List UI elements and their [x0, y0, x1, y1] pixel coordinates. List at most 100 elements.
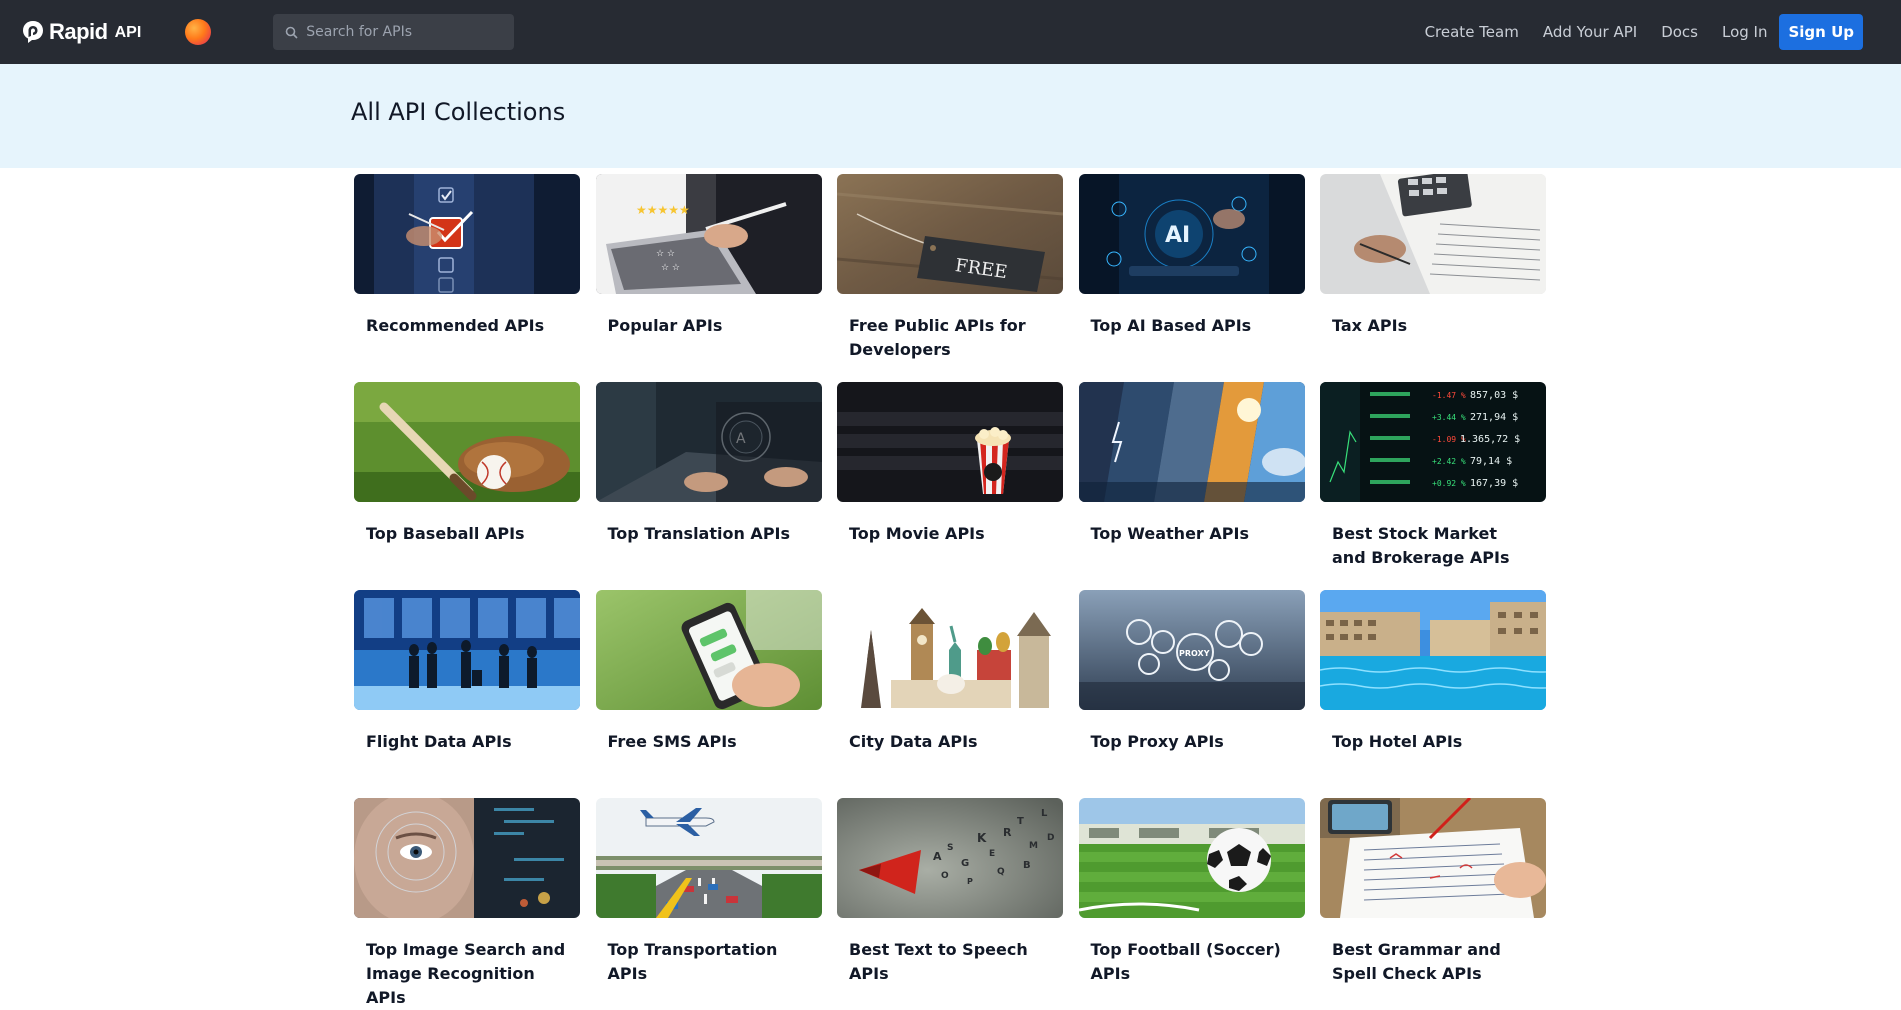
collection-card[interactable]: Top Transportation APIs [595, 798, 822, 983]
collection-title: Top AI Based APIs [1090, 316, 1252, 335]
world-landmarks-image [837, 590, 1063, 710]
collection-title: Top Weather APIs [1090, 524, 1249, 543]
svg-text:K: K [977, 831, 987, 845]
airport-travelers-image [354, 590, 580, 710]
proxy-text: PROXY [1179, 649, 1210, 658]
rapidapi-logo[interactable]: Rapid API [22, 19, 141, 45]
highway-plane-image [595, 798, 822, 918]
collection-title: Top Image Search and Image Recognition A… [366, 940, 566, 1007]
svg-text:T: T [1017, 816, 1024, 827]
ticker-pct: -1.47 % [1432, 391, 1466, 400]
search-input[interactable] [306, 24, 497, 40]
collection-card[interactable]: Top Weather APIs [1078, 382, 1305, 590]
ai-chip-image: AI [1078, 174, 1305, 294]
ticker-value: 857,03 $ [1470, 390, 1518, 401]
cinema-popcorn-image [837, 382, 1063, 502]
svg-text:B: B [1023, 860, 1031, 871]
collection-card[interactable]: FREE Free Public APIs for Developers [837, 174, 1063, 382]
page-title: All API Collections [351, 98, 566, 126]
collection-card[interactable]: ASG KER T M L Q B D O P Best Text to Speech A… [837, 798, 1063, 983]
logo-word: Rapid [49, 19, 108, 44]
svg-text:Q: Q [997, 867, 1005, 877]
sign-up-button[interactable]: Sign Up [1779, 14, 1863, 50]
ticker-value: 79,14 $ [1470, 456, 1512, 467]
laptop-rating-image: ★★★★★ ☆ ☆ ☆ ☆ [595, 174, 822, 294]
collection-card[interactable]: City Data APIs [837, 590, 1063, 798]
svg-text:M: M [1029, 841, 1038, 851]
ticker-value: 1.365,72 $ [1460, 434, 1520, 445]
svg-text:★★★★★: ★★★★★ [636, 203, 690, 217]
rapidapi-logo-icon [23, 21, 43, 43]
collection-card[interactable]: Top Movie APIs [837, 382, 1063, 590]
collection-title: Free Public APIs for Developers [849, 316, 1026, 359]
collection-card[interactable]: A Top Translation APIs [595, 382, 822, 590]
top-navbar: Rapid API Create Team Add Your API Docs … [0, 0, 1901, 64]
collection-title: Top Baseball APIs [366, 524, 525, 543]
collection-title: Free SMS APIs [607, 732, 737, 751]
search-box[interactable] [273, 14, 515, 50]
collection-card[interactable]: Top Image Search and Image Recognition A… [354, 798, 580, 1007]
collection-title: Top Translation APIs [607, 524, 791, 543]
collection-card[interactable]: Top Hotel APIs [1320, 590, 1546, 798]
collection-title: Best Stock Market and Brokerage APIs [1332, 524, 1510, 567]
paper-correction-image [1320, 798, 1546, 918]
svg-text:☆ ☆: ☆ ☆ [661, 263, 680, 273]
collection-title: Top Movie APIs [849, 524, 985, 543]
soccer-ball-image [1078, 798, 1305, 918]
collections-grid: Recommended APIs ★★★★★ ☆ ☆ ☆ ☆ Popular A… [354, 174, 1548, 1007]
ticker-value: 271,94 $ [1470, 412, 1518, 423]
collection-card[interactable]: Top Football (Soccer) APIs [1078, 798, 1305, 983]
header-nav: Create Team Add Your API Docs Log In Sig… [1401, 0, 1863, 64]
collection-card[interactable]: ★★★★★ ☆ ☆ ☆ ☆ Popular APIs [595, 174, 822, 382]
search-icon [285, 26, 298, 39]
collection-title: City Data APIs [849, 732, 978, 751]
svg-text:O: O [941, 871, 949, 881]
logo-sub: API [114, 24, 142, 41]
hotel-pool-image [1320, 590, 1546, 710]
collection-title: Best Text to Speech APIs [849, 940, 1028, 983]
collection-title: Top Proxy APIs [1090, 732, 1224, 751]
collection-card[interactable]: Flight Data APIs [354, 590, 580, 798]
stock-ticker-image: -1.47 % +3.44 % -1.09 % +2.42 % +0.92 % … [1320, 382, 1546, 502]
svg-text:L: L [1041, 808, 1048, 819]
collection-card[interactable]: Top Baseball APIs [354, 382, 580, 590]
nav-add-your-api[interactable]: Add Your API [1543, 23, 1637, 41]
nav-log-in[interactable]: Log In [1722, 23, 1768, 41]
ticker-pct: +3.44 % [1432, 413, 1466, 422]
collection-card[interactable]: -1.47 % +3.44 % -1.09 % +2.42 % +0.92 % … [1320, 382, 1546, 590]
svg-text:S: S [947, 843, 953, 853]
svg-text:G: G [961, 858, 969, 869]
collection-card[interactable]: AI Top AI Based APIs [1078, 174, 1305, 382]
megaphone-letters-image: ASG KER T M L Q B D O P [837, 798, 1063, 918]
nav-create-team[interactable]: Create Team [1425, 23, 1519, 41]
calculator-image [1320, 174, 1546, 294]
weather-panels-image [1078, 382, 1305, 502]
face-scan-image [354, 798, 580, 918]
ticker-pct: +2.42 % [1432, 457, 1466, 466]
svg-text:A: A [933, 850, 942, 863]
proxy-gears-image: PROXY [1078, 590, 1305, 710]
collection-title: Top Transportation APIs [607, 940, 778, 983]
collection-card[interactable]: Tax APIs [1320, 174, 1546, 382]
collection-card[interactable]: Recommended APIs [354, 174, 580, 382]
collection-title: Top Hotel APIs [1332, 732, 1463, 751]
svg-text:P: P [967, 877, 973, 886]
smartphone-sms-image [595, 590, 822, 710]
user-orb-icon[interactable] [185, 19, 212, 45]
baseball-image [354, 382, 580, 502]
svg-text:R: R [1003, 826, 1012, 839]
collection-card[interactable]: Best Grammar and Spell Check APIs [1320, 798, 1546, 983]
ai-text: AI [1165, 223, 1190, 248]
collection-card[interactable]: PROXY Top Proxy APIs [1078, 590, 1305, 798]
svg-text:D: D [1047, 833, 1054, 843]
collection-title: Top Football (Soccer) APIs [1090, 940, 1281, 983]
checklist-image [354, 174, 580, 294]
collection-title: Best Grammar and Spell Check APIs [1332, 940, 1501, 983]
collection-title: Recommended APIs [366, 316, 545, 335]
ticker-pct: +0.92 % [1432, 479, 1466, 488]
nav-docs[interactable]: Docs [1661, 23, 1698, 41]
page-hero: All API Collections [0, 64, 1901, 168]
collection-title: Tax APIs [1332, 316, 1408, 335]
ticker-value: 167,39 $ [1470, 478, 1518, 489]
collection-card[interactable]: Free SMS APIs [595, 590, 822, 798]
